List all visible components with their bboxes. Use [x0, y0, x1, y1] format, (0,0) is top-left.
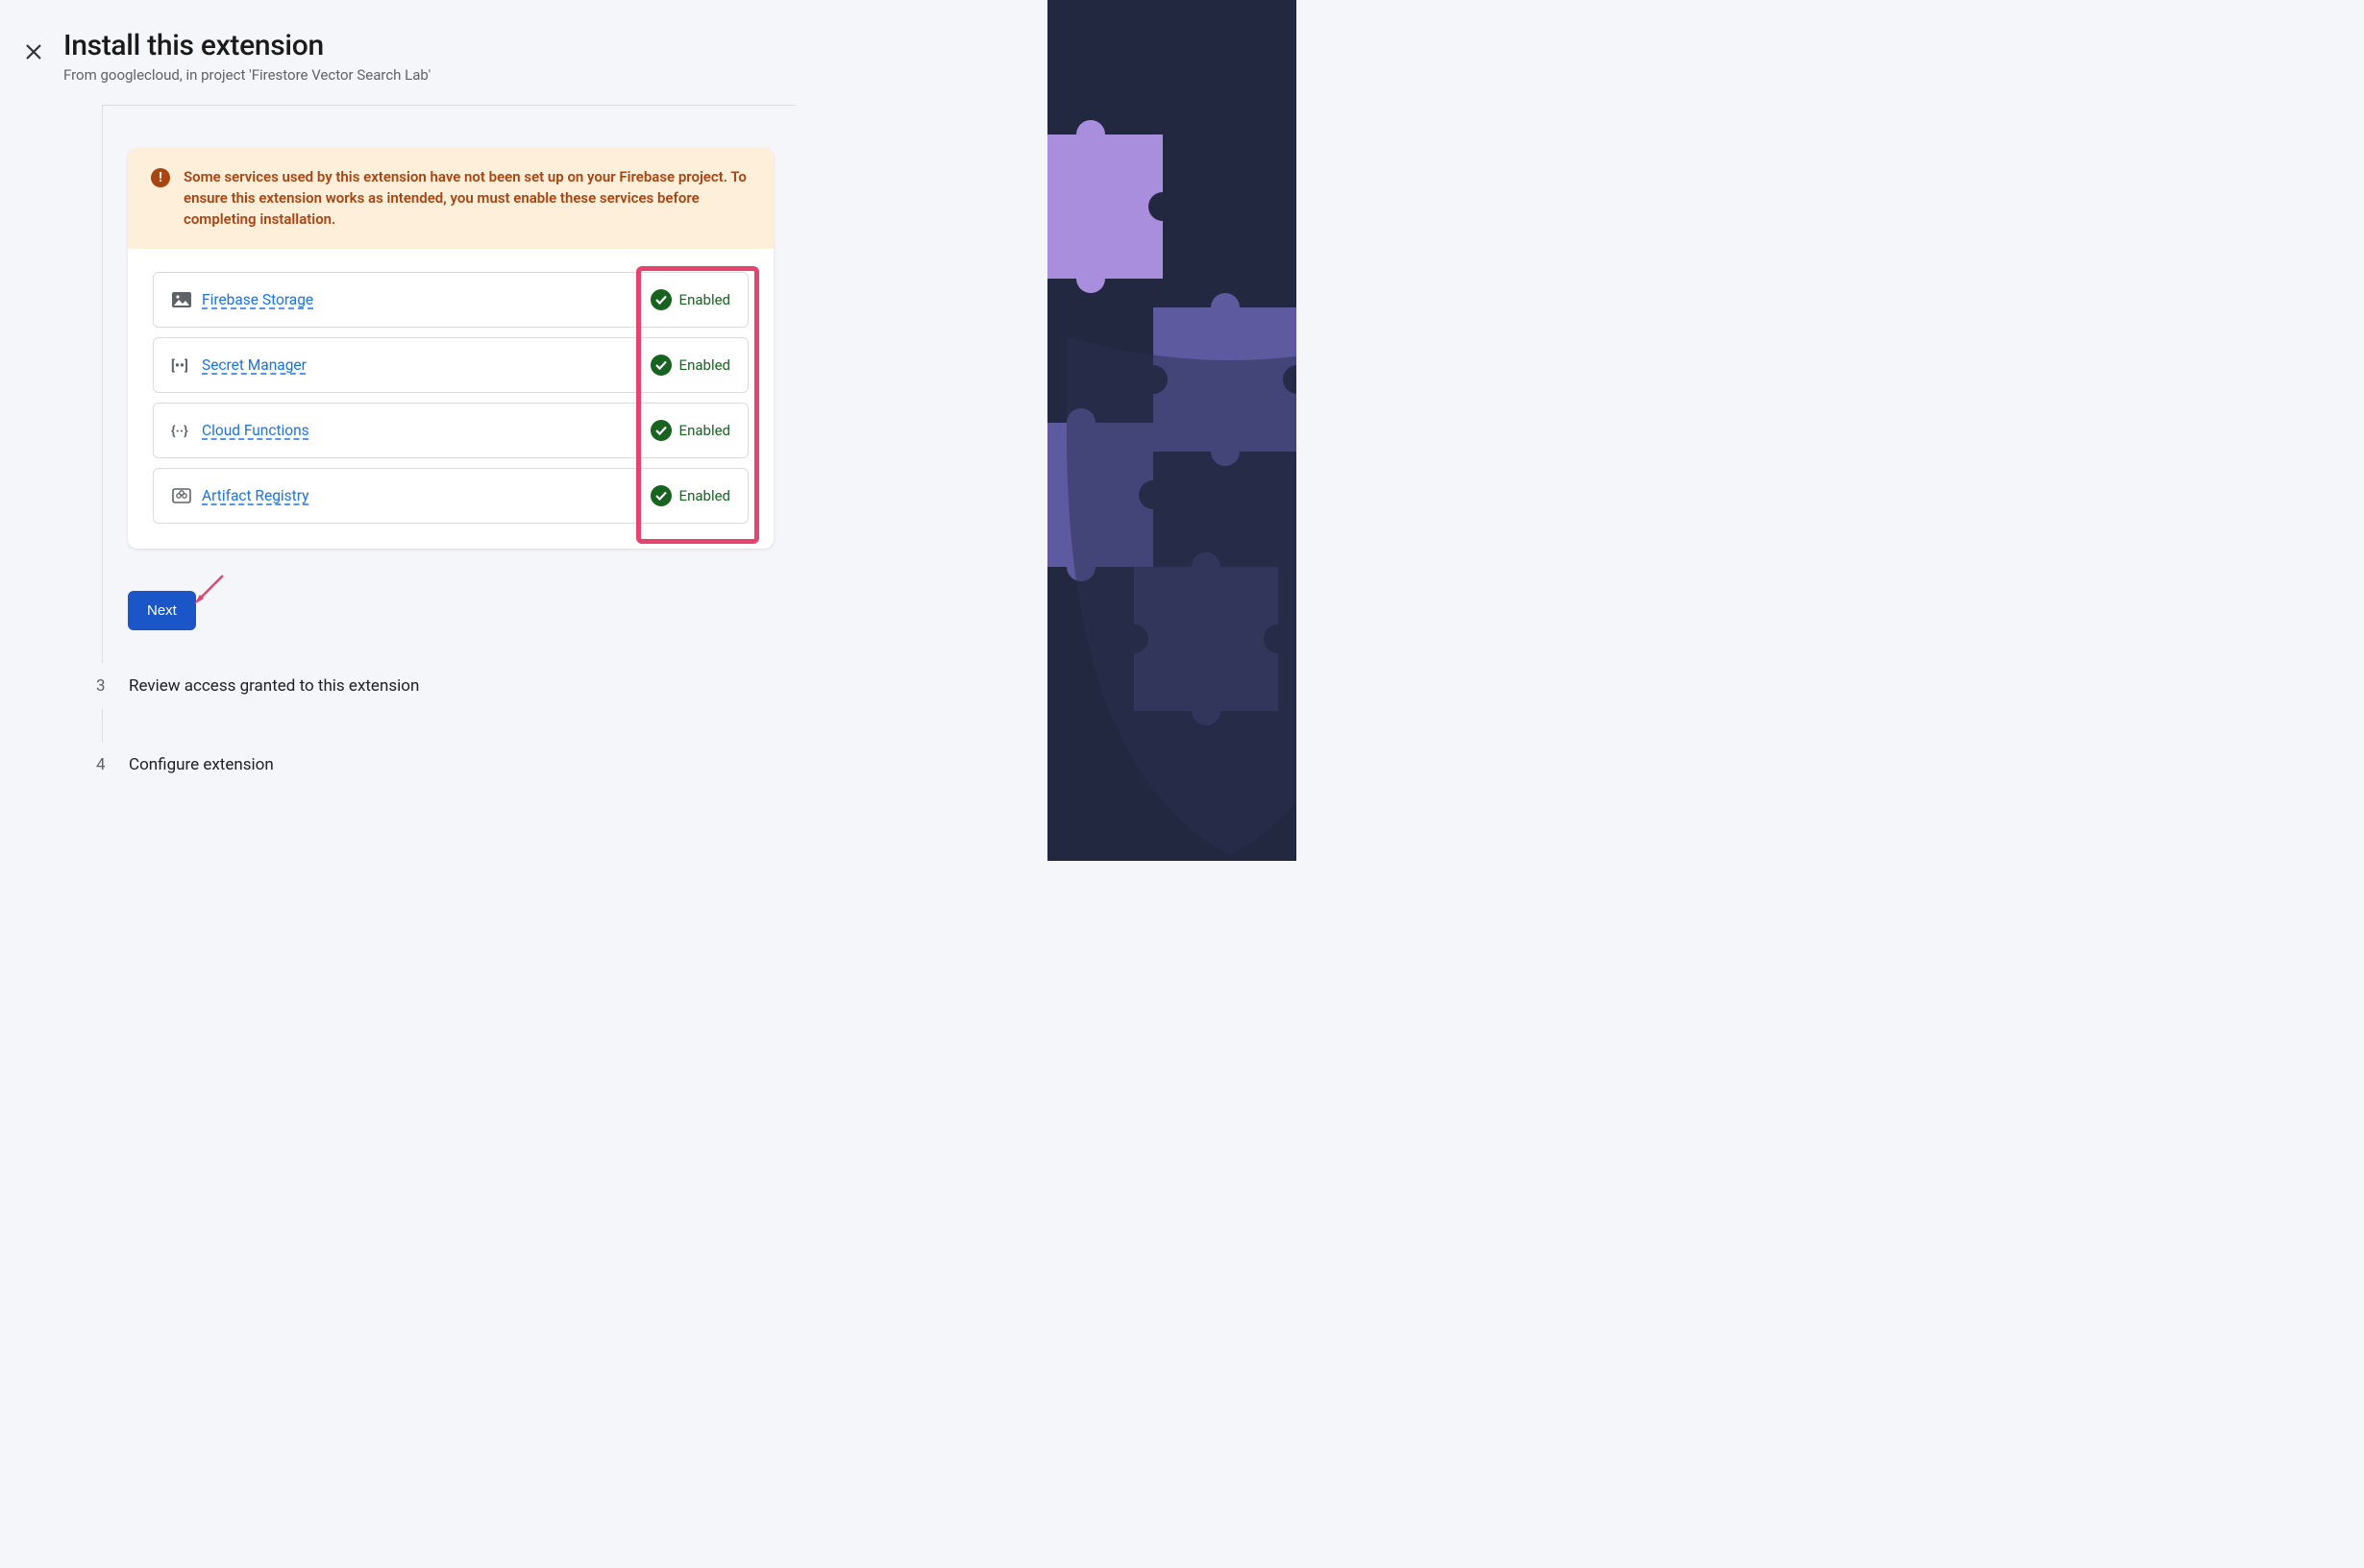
service-link-cloud-functions[interactable]: Cloud Functions: [202, 422, 309, 439]
functions-icon: {··}: [171, 421, 192, 440]
check-icon: [651, 289, 672, 310]
service-link-firebase-storage[interactable]: Firebase Storage: [202, 291, 313, 308]
registry-icon: [171, 486, 192, 505]
status-enabled: Enabled: [679, 422, 730, 439]
secret-icon: [••]: [171, 355, 192, 375]
step-label: Configure extension: [129, 755, 274, 774]
svg-text:{··}: {··}: [171, 424, 188, 438]
step-4[interactable]: 4 Configure extension: [63, 742, 798, 788]
service-row-secret-manager: [••] Secret Manager Enabled: [153, 337, 749, 393]
image-icon: [171, 290, 192, 309]
check-icon: [651, 355, 672, 376]
step-label: Review access granted to this extension: [129, 676, 419, 696]
step-number: 3: [96, 676, 108, 696]
status-enabled: Enabled: [679, 356, 730, 374]
service-link-artifact-registry[interactable]: Artifact Registry: [202, 487, 308, 504]
check-icon: [651, 485, 672, 506]
status-enabled: Enabled: [679, 291, 730, 308]
check-icon: [651, 420, 672, 441]
alert-text: Some services used by this extension hav…: [184, 167, 751, 230]
service-row-firebase-storage: Firebase Storage Enabled: [153, 272, 749, 328]
status-enabled: Enabled: [679, 487, 730, 504]
warning-icon: !: [151, 168, 170, 187]
service-row-cloud-functions: {··} Cloud Functions Enabled: [153, 403, 749, 458]
step-3[interactable]: 3 Review access granted to this extensio…: [63, 663, 798, 709]
next-button[interactable]: Next: [128, 591, 196, 630]
service-row-artifact-registry: Artifact Registry Enabled: [153, 468, 749, 524]
step-number: 4: [96, 755, 108, 774]
svg-text:[••]: [••]: [171, 357, 188, 373]
page-title: Install this extension: [63, 29, 431, 62]
close-icon[interactable]: [17, 35, 50, 74]
page-subtitle: From googlecloud, in project 'Firestore …: [63, 66, 431, 84]
service-link-secret-manager[interactable]: Secret Manager: [202, 356, 307, 374]
services-card: ! Some services used by this extension h…: [128, 148, 774, 549]
alert-banner: ! Some services used by this extension h…: [128, 148, 774, 249]
decorative-sidebar: [1047, 0, 1296, 861]
